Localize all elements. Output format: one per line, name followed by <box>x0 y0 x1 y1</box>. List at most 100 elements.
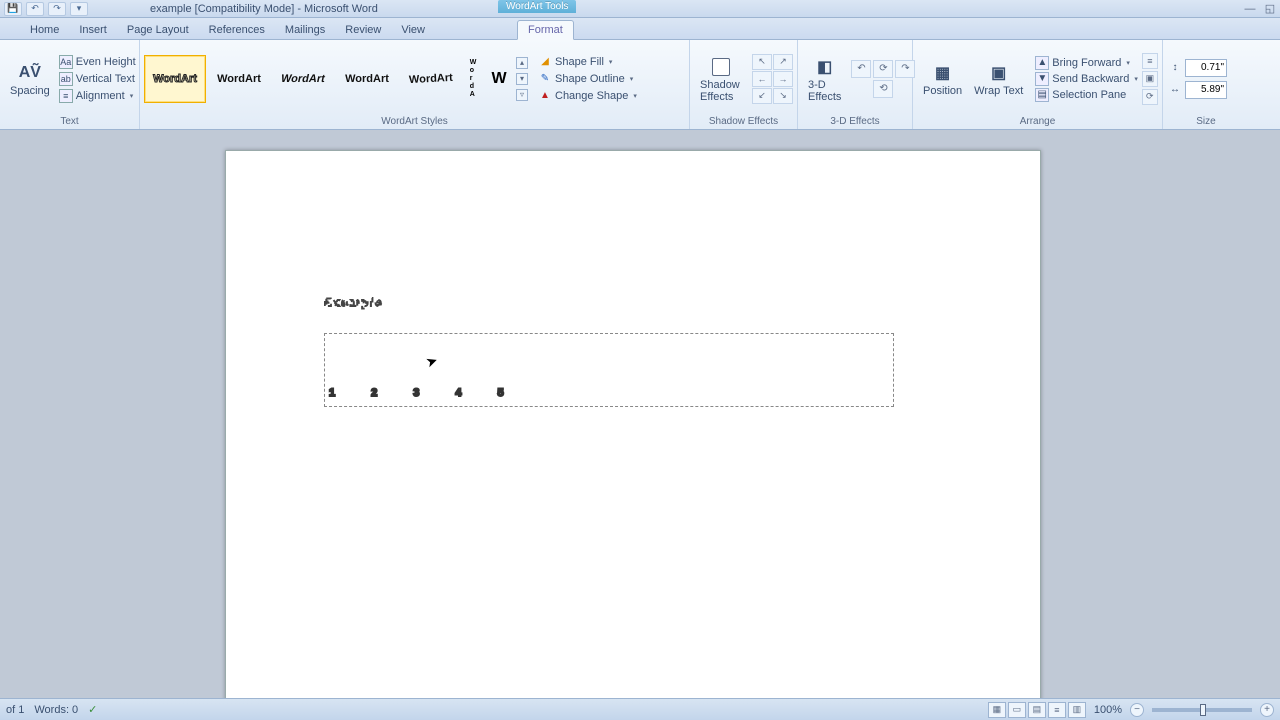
3d-effects-button[interactable]: ◧ 3-D Effects <box>802 53 847 105</box>
change-shape-icon: ▲ <box>538 89 552 103</box>
wordart-style-3[interactable]: WordArt <box>272 55 334 103</box>
shadow-nudge-right[interactable]: → <box>773 71 793 87</box>
web-layout-view[interactable]: ▤ <box>1028 702 1046 718</box>
document-area[interactable]: Example 12345 ➤ <box>0 130 1280 698</box>
wordart-gallery: WordArt WordArt WordArt WordArt WordArt … <box>144 55 530 103</box>
group-arrange: ▦ Position ▣ Wrap Text ▲ Bring Forward▾ … <box>913 40 1163 129</box>
redo-button[interactable]: ↷ <box>48 2 66 16</box>
tab-references[interactable]: References <box>199 21 275 39</box>
wordart-style-w[interactable]: W <box>484 68 514 90</box>
tab-review[interactable]: Review <box>335 21 391 39</box>
shape-outline-button[interactable]: ✎ Shape Outline▾ <box>536 71 639 87</box>
tilt-up[interactable]: ⟳ <box>873 60 893 78</box>
align-button[interactable]: ≡ <box>1142 53 1158 69</box>
even-height-button[interactable]: Aa Even Height <box>56 54 139 70</box>
width-icon: ↔ <box>1167 82 1183 98</box>
send-backward-button[interactable]: ▼ Send Backward▾ <box>1033 71 1140 87</box>
chevron-down-icon: ▾ <box>1134 75 1138 83</box>
outline-view[interactable]: ≡ <box>1048 702 1066 718</box>
selection-pane-button[interactable]: ▤ Selection Pane <box>1033 87 1140 103</box>
shadow-nudge-left[interactable]: ← <box>752 71 772 87</box>
position-label: Position <box>923 85 962 97</box>
quick-access-toolbar: 💾 ↶ ↷ ▾ <box>0 2 88 16</box>
restore-button[interactable]: ◱ <box>1262 2 1278 16</box>
wordart-style-4[interactable]: WordArt <box>336 55 398 103</box>
proofing-icon[interactable]: ✓ <box>88 703 97 716</box>
shadow-nudge-downleft[interactable]: ↙ <box>752 88 772 104</box>
gallery-scroll-down[interactable]: ▾ <box>516 73 528 85</box>
shadow-effects-button[interactable]: Shadow Effects <box>694 53 748 105</box>
wordart-style-2[interactable]: WordArt <box>208 55 270 103</box>
full-screen-view[interactable]: ▭ <box>1008 702 1026 718</box>
gallery-scroll-up[interactable]: ▴ <box>516 57 528 69</box>
svg-text:Example: Example <box>324 297 383 309</box>
group-wordart-styles: WordArt WordArt WordArt WordArt WordArt … <box>140 40 690 129</box>
svg-text:12345: 12345 <box>329 387 540 399</box>
selection-pane-icon: ▤ <box>1035 88 1049 102</box>
group-size-label: Size <box>1167 115 1245 129</box>
chevron-down-icon: ▾ <box>609 58 613 66</box>
shadow-nudge-downright[interactable]: ↘ <box>773 88 793 104</box>
tab-view[interactable]: View <box>391 21 435 39</box>
alignment-icon: ≡ <box>59 89 73 103</box>
zoom-out-button[interactable]: − <box>1130 703 1144 717</box>
draft-view[interactable]: ▥ <box>1068 702 1086 718</box>
tab-format[interactable]: Format <box>517 20 574 40</box>
word-count[interactable]: Words: 0 <box>34 704 78 716</box>
shadow-nudge-upright[interactable]: ↗ <box>773 54 793 70</box>
group-button[interactable]: ▣ <box>1142 71 1158 87</box>
chevron-down-icon: ▾ <box>1126 59 1130 67</box>
even-height-icon: Aa <box>59 55 73 69</box>
undo-button[interactable]: ↶ <box>26 2 44 16</box>
spacing-button[interactable]: AṼ Spacing <box>4 59 56 99</box>
qat-customize-button[interactable]: ▾ <box>70 2 88 16</box>
tilt-left[interactable]: ↶ <box>851 60 871 78</box>
bring-forward-label: Bring Forward <box>1052 57 1121 69</box>
print-layout-view[interactable]: ▦ <box>988 702 1006 718</box>
spacing-label: Spacing <box>10 85 50 97</box>
tab-mailings[interactable]: Mailings <box>275 21 335 39</box>
chevron-down-icon: ▾ <box>130 92 134 100</box>
rotate-button[interactable]: ⟳ <box>1142 89 1158 105</box>
wordart-style-1[interactable]: WordArt <box>144 55 206 103</box>
save-button[interactable]: 💾 <box>4 2 22 16</box>
wordart-style-vertical[interactable]: WordA <box>464 55 482 103</box>
width-input[interactable] <box>1185 81 1227 99</box>
gallery-more-button[interactable]: ▿ <box>516 89 528 101</box>
shadow-nudge-upleft[interactable]: ↖ <box>752 54 772 70</box>
wordart-example[interactable]: Example <box>324 241 904 331</box>
tab-page-layout[interactable]: Page Layout <box>117 21 199 39</box>
group-wordart-styles-label: WordArt Styles <box>144 115 685 129</box>
wrap-text-button[interactable]: ▣ Wrap Text <box>968 59 1029 99</box>
window-controls: — ◱ <box>1242 2 1278 16</box>
minimize-button[interactable]: — <box>1242 2 1258 16</box>
page-status[interactable]: of 1 <box>6 704 24 716</box>
zoom-in-button[interactable]: + <box>1260 703 1274 717</box>
group-text: AṼ Spacing Aa Even Height ab Vertical Te… <box>0 40 140 129</box>
height-input[interactable] <box>1185 59 1227 77</box>
wordart-numbers-selection[interactable]: 12345 <box>324 333 894 407</box>
wrap-text-icon: ▣ <box>987 61 1011 85</box>
vertical-text-button[interactable]: ab Vertical Text <box>56 71 139 87</box>
vertical-text-label: Vertical Text <box>76 73 135 85</box>
zoom-thumb[interactable] <box>1200 704 1206 716</box>
group-shadow-effects: Shadow Effects ↖ ↗ ← → ↙ ↘ Shadow Effect… <box>690 40 798 129</box>
page[interactable]: Example 12345 ➤ <box>225 150 1041 698</box>
shape-fill-button[interactable]: ◢ Shape Fill▾ <box>536 54 639 70</box>
tab-insert[interactable]: Insert <box>69 21 117 39</box>
bring-forward-button[interactable]: ▲ Bring Forward▾ <box>1033 55 1140 71</box>
change-shape-button[interactable]: ▲ Change Shape▾ <box>536 88 639 104</box>
zoom-level[interactable]: 100% <box>1094 704 1122 716</box>
wordart-style-5[interactable]: WordArt <box>400 55 462 103</box>
height-icon: ↕ <box>1167 60 1183 76</box>
zoom-slider[interactable] <box>1152 708 1252 712</box>
tab-home[interactable]: Home <box>20 21 69 39</box>
group-size: ↕ ↔ Size <box>1163 40 1249 129</box>
position-button[interactable]: ▦ Position <box>917 59 968 99</box>
alignment-button[interactable]: ≡ Alignment▾ <box>56 88 139 104</box>
tilt-down[interactable]: ⟲ <box>873 80 893 98</box>
group-arrange-label: Arrange <box>917 115 1158 129</box>
even-height-label: Even Height <box>76 56 136 68</box>
position-icon: ▦ <box>931 61 955 85</box>
wordart-numbers[interactable]: 12345 <box>325 334 895 408</box>
